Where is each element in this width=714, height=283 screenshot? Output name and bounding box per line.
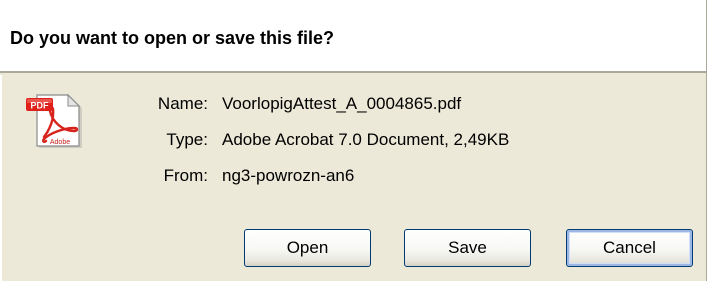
cancel-button[interactable]: Cancel — [566, 229, 693, 267]
dialog-left-border — [0, 75, 2, 283]
open-button[interactable]: Open — [244, 229, 371, 267]
file-from-label: From: — [163, 166, 208, 185]
dialog-title: Do you want to open or save this file? — [10, 28, 335, 48]
file-name-value: VoorlopigAttest_A_0004865.pdf — [222, 94, 462, 113]
adobe-brand-text: Adobe — [50, 139, 70, 146]
dialog-right-border — [706, 0, 714, 283]
file-from-value: ng3-powrozn-an6 — [222, 166, 355, 185]
pdf-file-icon: PDF Adobe — [26, 93, 82, 148]
file-type-label: Type: — [166, 130, 208, 149]
file-name-label: Name: — [157, 94, 208, 113]
pdf-badge-text: PDF — [31, 101, 50, 111]
file-type-value: Adobe Acrobat 7.0 Document, 2,49KB — [222, 130, 510, 149]
file-download-dialog: Do you want to open or save this file? P… — [0, 0, 714, 283]
dialog-header: Do you want to open or save this file? — [0, 0, 714, 73]
save-button[interactable]: Save — [404, 229, 531, 267]
